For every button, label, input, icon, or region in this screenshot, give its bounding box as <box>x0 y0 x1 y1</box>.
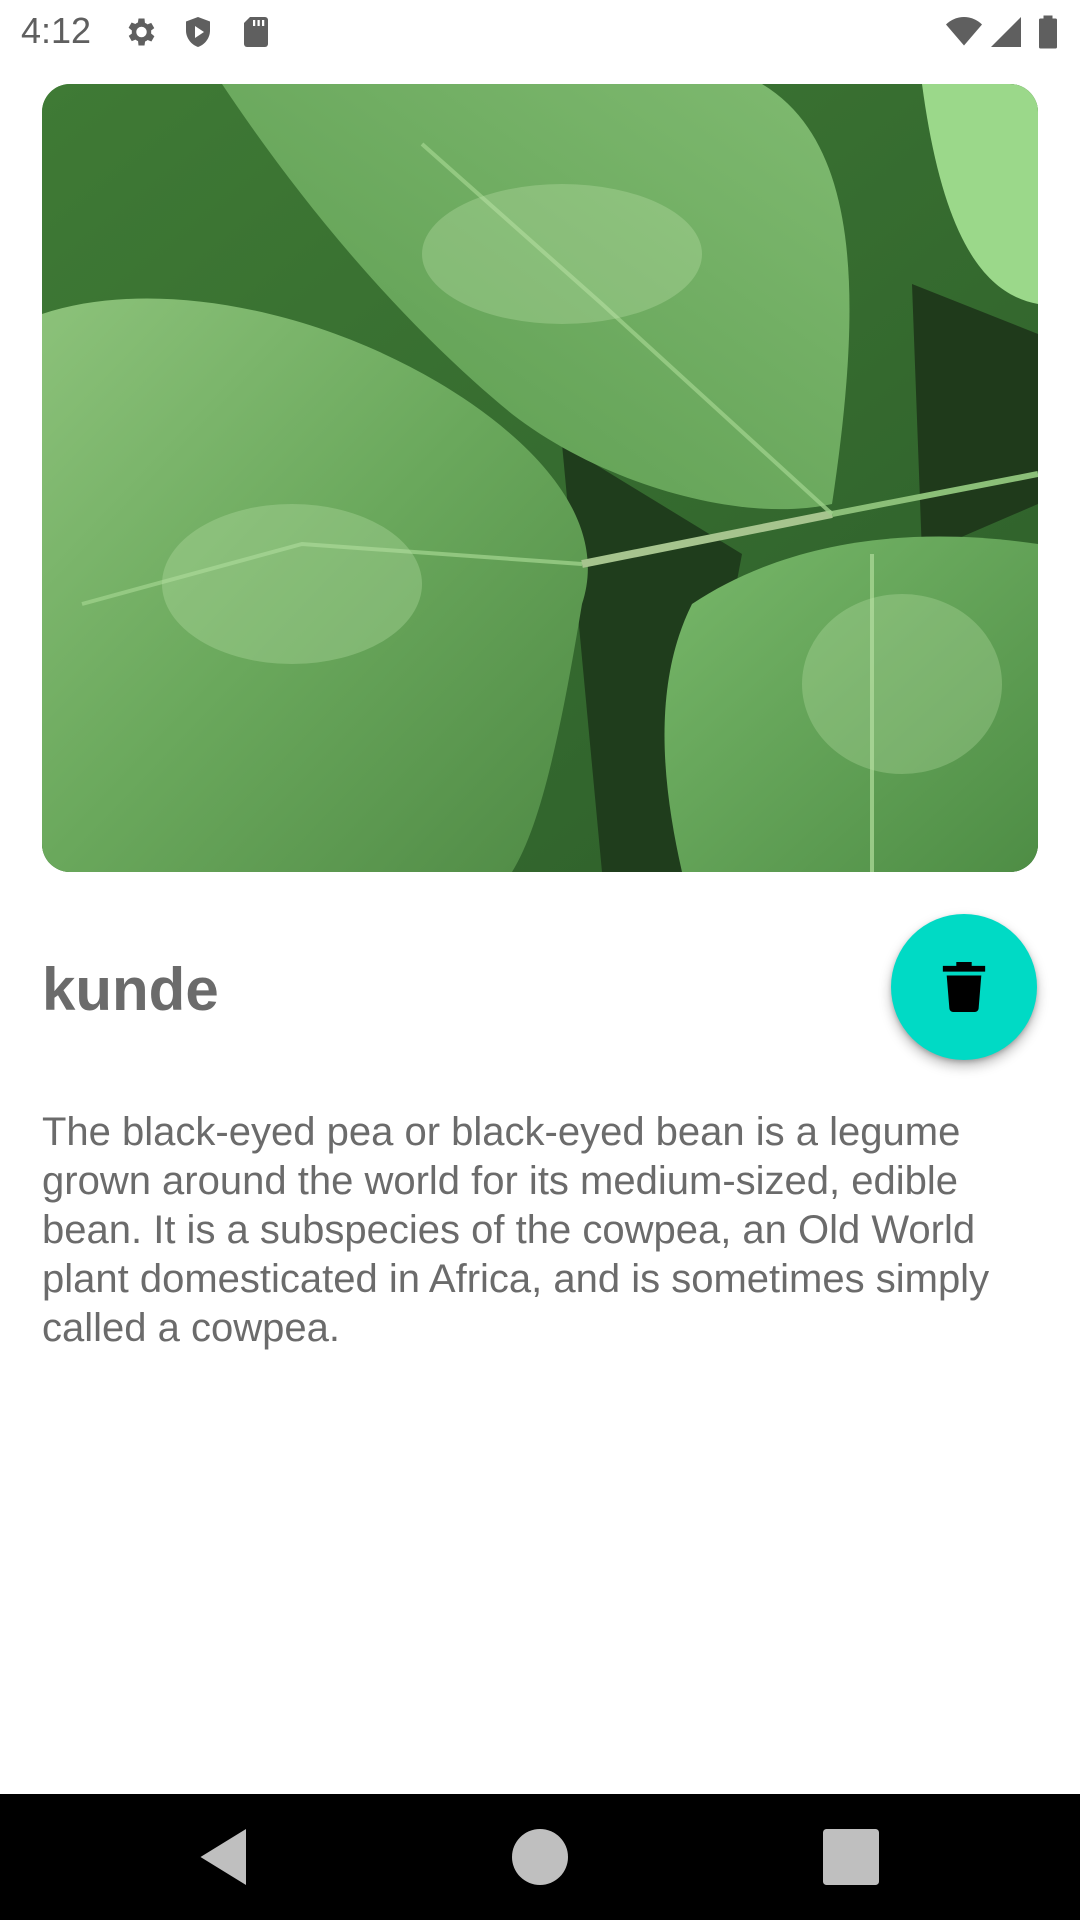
navigation-bar <box>0 1794 1080 1920</box>
home-icon[interactable] <box>505 1822 575 1892</box>
battery-icon <box>1036 14 1060 50</box>
status-bar: 4:12 <box>0 0 1080 63</box>
plant-leaves-photo <box>42 84 1038 872</box>
back-icon[interactable] <box>190 1822 260 1892</box>
gear-icon <box>122 14 158 50</box>
plant-description: The black-eyed pea or black-eyed bean is… <box>42 1110 990 1350</box>
shield-icon <box>180 14 216 50</box>
plant-detail-screen: 4:12 kunde The black-eyed pea or black-e… <box>0 0 1080 1920</box>
recents-icon[interactable] <box>816 1822 886 1892</box>
sd-card-icon <box>238 14 274 50</box>
wifi-icon <box>944 14 984 50</box>
plant-name: kunde <box>42 956 219 1023</box>
cell-signal-icon <box>988 14 1024 50</box>
trash-icon <box>942 962 986 1012</box>
status-time: 4:12 <box>21 10 92 51</box>
delete-button[interactable] <box>891 914 1037 1060</box>
